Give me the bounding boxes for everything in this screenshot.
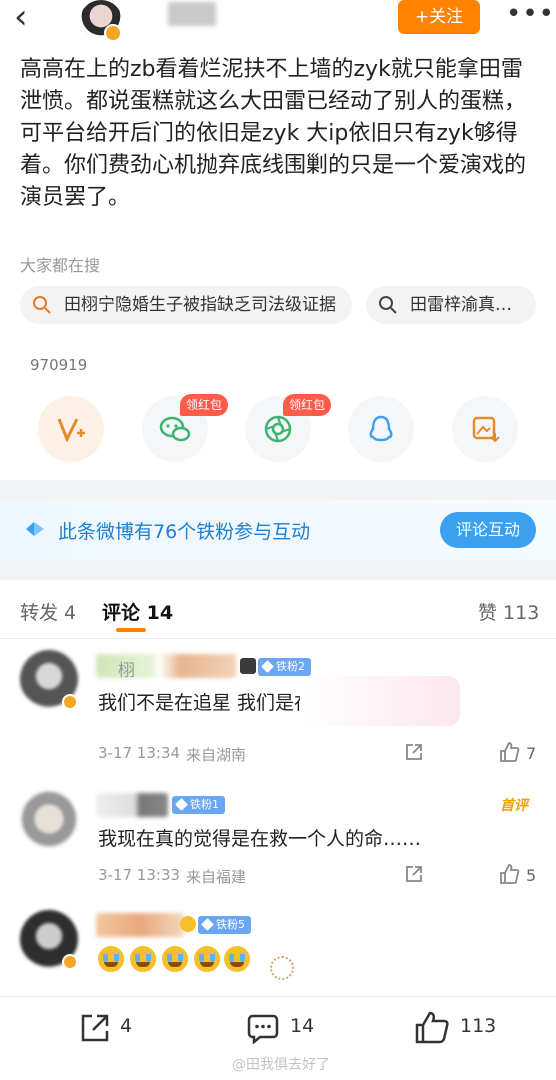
commenter-name-blurred[interactable] (96, 913, 184, 937)
commenter-name-blurred[interactable] (96, 793, 168, 817)
more-options-icon[interactable]: ••• (506, 1, 555, 27)
trending-search-text: 田雷梓渝真… (410, 295, 512, 315)
post-tabs: 转发 4 评论 14 赞 113 (0, 598, 556, 638)
verified-badge-icon (62, 694, 78, 710)
comment-like-count: 7 (526, 744, 537, 763)
tab-comment[interactable]: 评论 14 (102, 598, 173, 625)
crying-emoji-icon (194, 946, 220, 972)
share-qq-button[interactable] (348, 396, 414, 462)
post-text: 高高在上的zb看着烂泥扶不上墙的zyk就只能拿田雷泄愤。都说蛋糕就这么大田雷已经… (20, 57, 527, 210)
repost-icon[interactable] (78, 1011, 112, 1045)
save-image-button[interactable] (452, 396, 518, 462)
crying-emoji-icon (224, 946, 250, 972)
repost-count[interactable]: 4 (120, 1015, 132, 1037)
search-icon (33, 296, 51, 314)
watermark: @田我俱去好了 (232, 1057, 330, 1073)
trending-search-text: 田栩宁隐婚生子被指缺乏司法级证据 (64, 295, 336, 315)
tab-like[interactable]: 赞 113 (478, 598, 539, 625)
iron-fan-logo-icon (26, 522, 44, 536)
comment-location: 来自福建 (186, 868, 247, 886)
vplus-icon (57, 418, 85, 443)
share-vplus-button[interactable] (38, 396, 104, 462)
crying-emoji-icon (98, 946, 124, 972)
moments-icon (264, 415, 292, 443)
comment-interact-button[interactable]: 评论互动 (440, 512, 536, 548)
comment-time: 3-17 13:33 (98, 866, 181, 884)
like-icon[interactable] (414, 1011, 450, 1045)
commenter-avatar[interactable] (20, 790, 78, 848)
verified-badge-icon (62, 954, 78, 970)
view-count: 970919 (30, 356, 88, 374)
red-packet-badge: 领红包 (283, 394, 332, 416)
comment-text: 我现在真的觉得是在救一个人的命…… (98, 828, 422, 850)
reply-icon[interactable] (404, 864, 424, 884)
comment-icon[interactable] (246, 1011, 280, 1045)
iron-fans-text: 此条微博有76个铁粉参与互动 (58, 521, 311, 543)
commenter-name-blurred[interactable] (96, 654, 236, 678)
tab-repost[interactable]: 转发 4 (20, 598, 76, 625)
trending-search-chip[interactable]: 田雷梓渝真… (366, 286, 536, 324)
fan-level-badge: 铁粉2 (258, 658, 311, 676)
image-download-icon (472, 416, 500, 443)
fan-level-badge: 铁粉5 (198, 916, 251, 934)
thumbs-up-icon[interactable] (498, 741, 520, 763)
back-arrow-icon[interactable]: ‹ (14, 0, 28, 34)
search-icon (379, 296, 397, 314)
first-comment-badge: 首评 (500, 798, 528, 814)
crying-emoji-icon (130, 946, 156, 972)
like-count[interactable]: 113 (460, 1015, 496, 1037)
thumbs-up-icon[interactable] (498, 863, 520, 885)
follow-button[interactable]: +关注 (398, 0, 480, 34)
fan-level-icon (180, 916, 196, 932)
comment-sticker-decoration (270, 956, 294, 980)
comment-sticker-background (300, 676, 460, 726)
reply-icon[interactable] (404, 742, 424, 762)
trending-search-chip[interactable]: 田栩宁隐婚生子被指缺乏司法级证据 (20, 286, 352, 324)
author-name-blurred[interactable] (168, 2, 216, 26)
divider (0, 638, 556, 639)
commenter-name-fragment: 栩 (118, 661, 135, 681)
fan-level-badge: 铁粉1 (172, 796, 225, 814)
active-tab-indicator (116, 628, 146, 632)
crown-icon (240, 658, 256, 674)
trending-search-label: 大家都在搜 (20, 256, 101, 275)
qq-icon (369, 415, 393, 442)
wechat-icon (159, 416, 191, 442)
verified-badge-icon (104, 24, 122, 42)
comment-count[interactable]: 14 (290, 1015, 314, 1037)
comment-like-count: 5 (526, 866, 537, 885)
comment-time: 3-17 13:34 (98, 744, 181, 762)
top-bar: ‹ +关注 ••• (0, 0, 556, 44)
red-packet-badge: 领红包 (180, 394, 229, 416)
comment-location: 来自湖南 (186, 746, 247, 764)
crying-emoji-icon (162, 946, 188, 972)
iron-fans-banner: 此条微博有76个铁粉参与互动 评论互动 (0, 500, 556, 560)
